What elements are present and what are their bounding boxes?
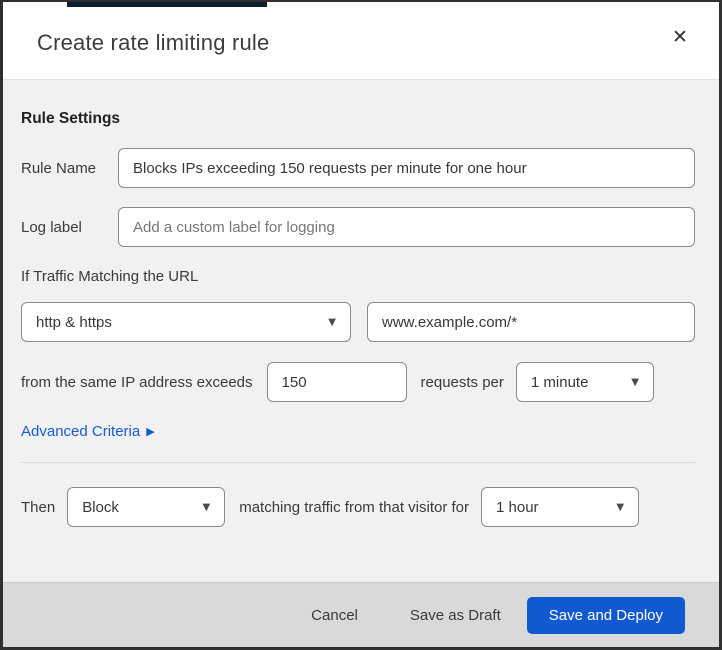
- advanced-criteria-label: Advanced Criteria: [21, 423, 141, 440]
- log-label-row: Log label: [21, 207, 695, 247]
- action-prefix-text: Then: [21, 498, 56, 516]
- rule-name-input[interactable]: [118, 148, 695, 188]
- action-middle-text: matching traffic from that visitor for: [239, 498, 470, 516]
- advanced-criteria-link[interactable]: Advanced Criteria ▶: [21, 423, 155, 440]
- log-label-input[interactable]: [118, 207, 695, 247]
- traffic-match-intro: If Traffic Matching the URL: [21, 268, 199, 285]
- create-rate-limiting-rule-modal: Create rate limiting rule ✕ Rule Setting…: [0, 0, 722, 650]
- threshold-row: from the same IP address exceeds request…: [21, 362, 695, 402]
- scheme-select[interactable]: http & https ▼: [21, 302, 351, 342]
- period-selected-value: 1 minute: [530, 373, 589, 391]
- modal-title: Create rate limiting rule: [37, 30, 270, 55]
- url-pattern-input[interactable]: [367, 302, 695, 342]
- arrow-right-icon: ▶: [146, 425, 155, 438]
- rule-name-label: Rule Name: [21, 159, 97, 177]
- section-divider: [21, 462, 695, 463]
- save-as-draft-button[interactable]: Save as Draft: [406, 599, 505, 632]
- duration-selected-value: 1 hour: [496, 498, 539, 516]
- request-count-input[interactable]: [266, 362, 407, 402]
- save-and-deploy-button[interactable]: Save and Deploy: [526, 596, 685, 634]
- caret-down-icon: ▼: [328, 316, 336, 328]
- scheme-selected-value: http & https: [36, 313, 112, 331]
- page-behind-dark-fragment: [67, 2, 267, 7]
- traffic-match-row: http & https ▼: [21, 302, 695, 342]
- cancel-button[interactable]: Cancel: [307, 599, 362, 632]
- rule-name-row: Rule Name: [21, 148, 695, 188]
- modal-footer: Cancel Save as Draft Save and Deploy: [3, 582, 719, 647]
- caret-down-icon: ▼: [631, 376, 639, 388]
- modal-header: Create rate limiting rule ✕: [3, 7, 719, 80]
- page-behind-strip: [3, 2, 719, 7]
- log-label-label: Log label: [21, 218, 82, 236]
- modal-body: Rule Settings Rule Name Log label If Tra…: [3, 80, 719, 582]
- caret-down-icon: ▼: [202, 501, 211, 513]
- close-icon: ✕: [672, 26, 688, 48]
- threshold-middle-text: requests per: [420, 373, 504, 391]
- duration-select[interactable]: 1 hour ▼: [481, 487, 640, 527]
- action-row: Then Block ▼ matching traffic from that …: [21, 487, 695, 527]
- caret-down-icon: ▼: [616, 501, 625, 513]
- period-select[interactable]: 1 minute ▼: [515, 362, 654, 402]
- close-button[interactable]: ✕: [665, 22, 695, 52]
- threshold-prefix-text: from the same IP address exceeds: [21, 373, 253, 391]
- action-selected-value: Block: [82, 498, 119, 516]
- section-heading: Rule Settings: [21, 110, 121, 127]
- action-select[interactable]: Block ▼: [67, 487, 226, 527]
